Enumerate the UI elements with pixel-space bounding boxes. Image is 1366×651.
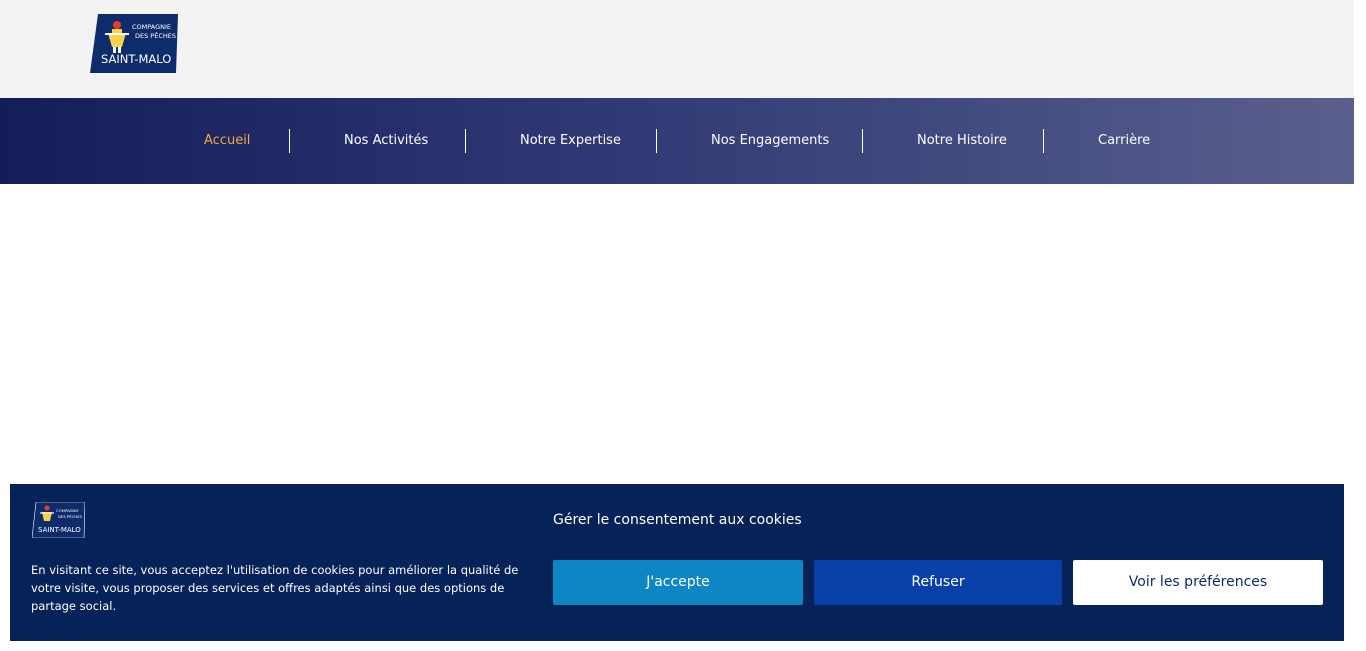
nav-divider bbox=[1043, 129, 1044, 153]
logo-line3: SAINT-MALO bbox=[101, 52, 171, 66]
cookie-logo-line1: COMPAGNIE bbox=[56, 508, 79, 513]
logo-line1: COMPAGNIE bbox=[132, 23, 171, 31]
nav-divider bbox=[656, 129, 657, 153]
nav-item-activites[interactable]: Nos Activités bbox=[344, 98, 428, 184]
cookie-logo-line2: DES PÊCHES bbox=[58, 514, 83, 519]
nav-item-histoire[interactable]: Notre Histoire bbox=[917, 98, 1007, 184]
nav-item-accueil[interactable]: Accueil bbox=[204, 98, 250, 184]
cookie-banner-logo: COMPAGNIE DES PÊCHES SAINT-MALO bbox=[32, 502, 85, 538]
site-header: COMPAGNIE DES PÊCHES SAINT-MALO bbox=[0, 0, 1354, 98]
page-scrollbar[interactable] bbox=[1354, 0, 1366, 651]
site-logo[interactable]: COMPAGNIE DES PÊCHES SAINT-MALO bbox=[90, 14, 178, 73]
nav-divider bbox=[289, 129, 290, 153]
accept-cookies-button[interactable]: J'accepte bbox=[553, 560, 803, 605]
nav-item-engagements[interactable]: Nos Engagements bbox=[711, 98, 829, 184]
cookie-logo-line3: SAINT-MALO bbox=[38, 526, 81, 534]
nav-item-carriere[interactable]: Carrière bbox=[1098, 98, 1150, 184]
refuse-cookies-button[interactable]: Refuser bbox=[814, 560, 1062, 605]
logo-line2: DES PÊCHES bbox=[135, 31, 176, 40]
cookie-banner-title: Gérer le consentement aux cookies bbox=[553, 512, 802, 528]
view-preferences-button[interactable]: Voir les préférences bbox=[1073, 560, 1323, 605]
main-navigation: Accueil Nos Activités Notre Expertise No… bbox=[0, 98, 1354, 184]
nav-divider bbox=[465, 129, 466, 153]
nav-divider bbox=[862, 129, 863, 153]
nav-item-expertise[interactable]: Notre Expertise bbox=[520, 98, 621, 184]
cookie-banner-text: En visitant ce site, vous acceptez l'uti… bbox=[31, 563, 519, 613]
cookie-consent-banner: COMPAGNIE DES PÊCHES SAINT-MALO Gérer le… bbox=[10, 484, 1344, 641]
